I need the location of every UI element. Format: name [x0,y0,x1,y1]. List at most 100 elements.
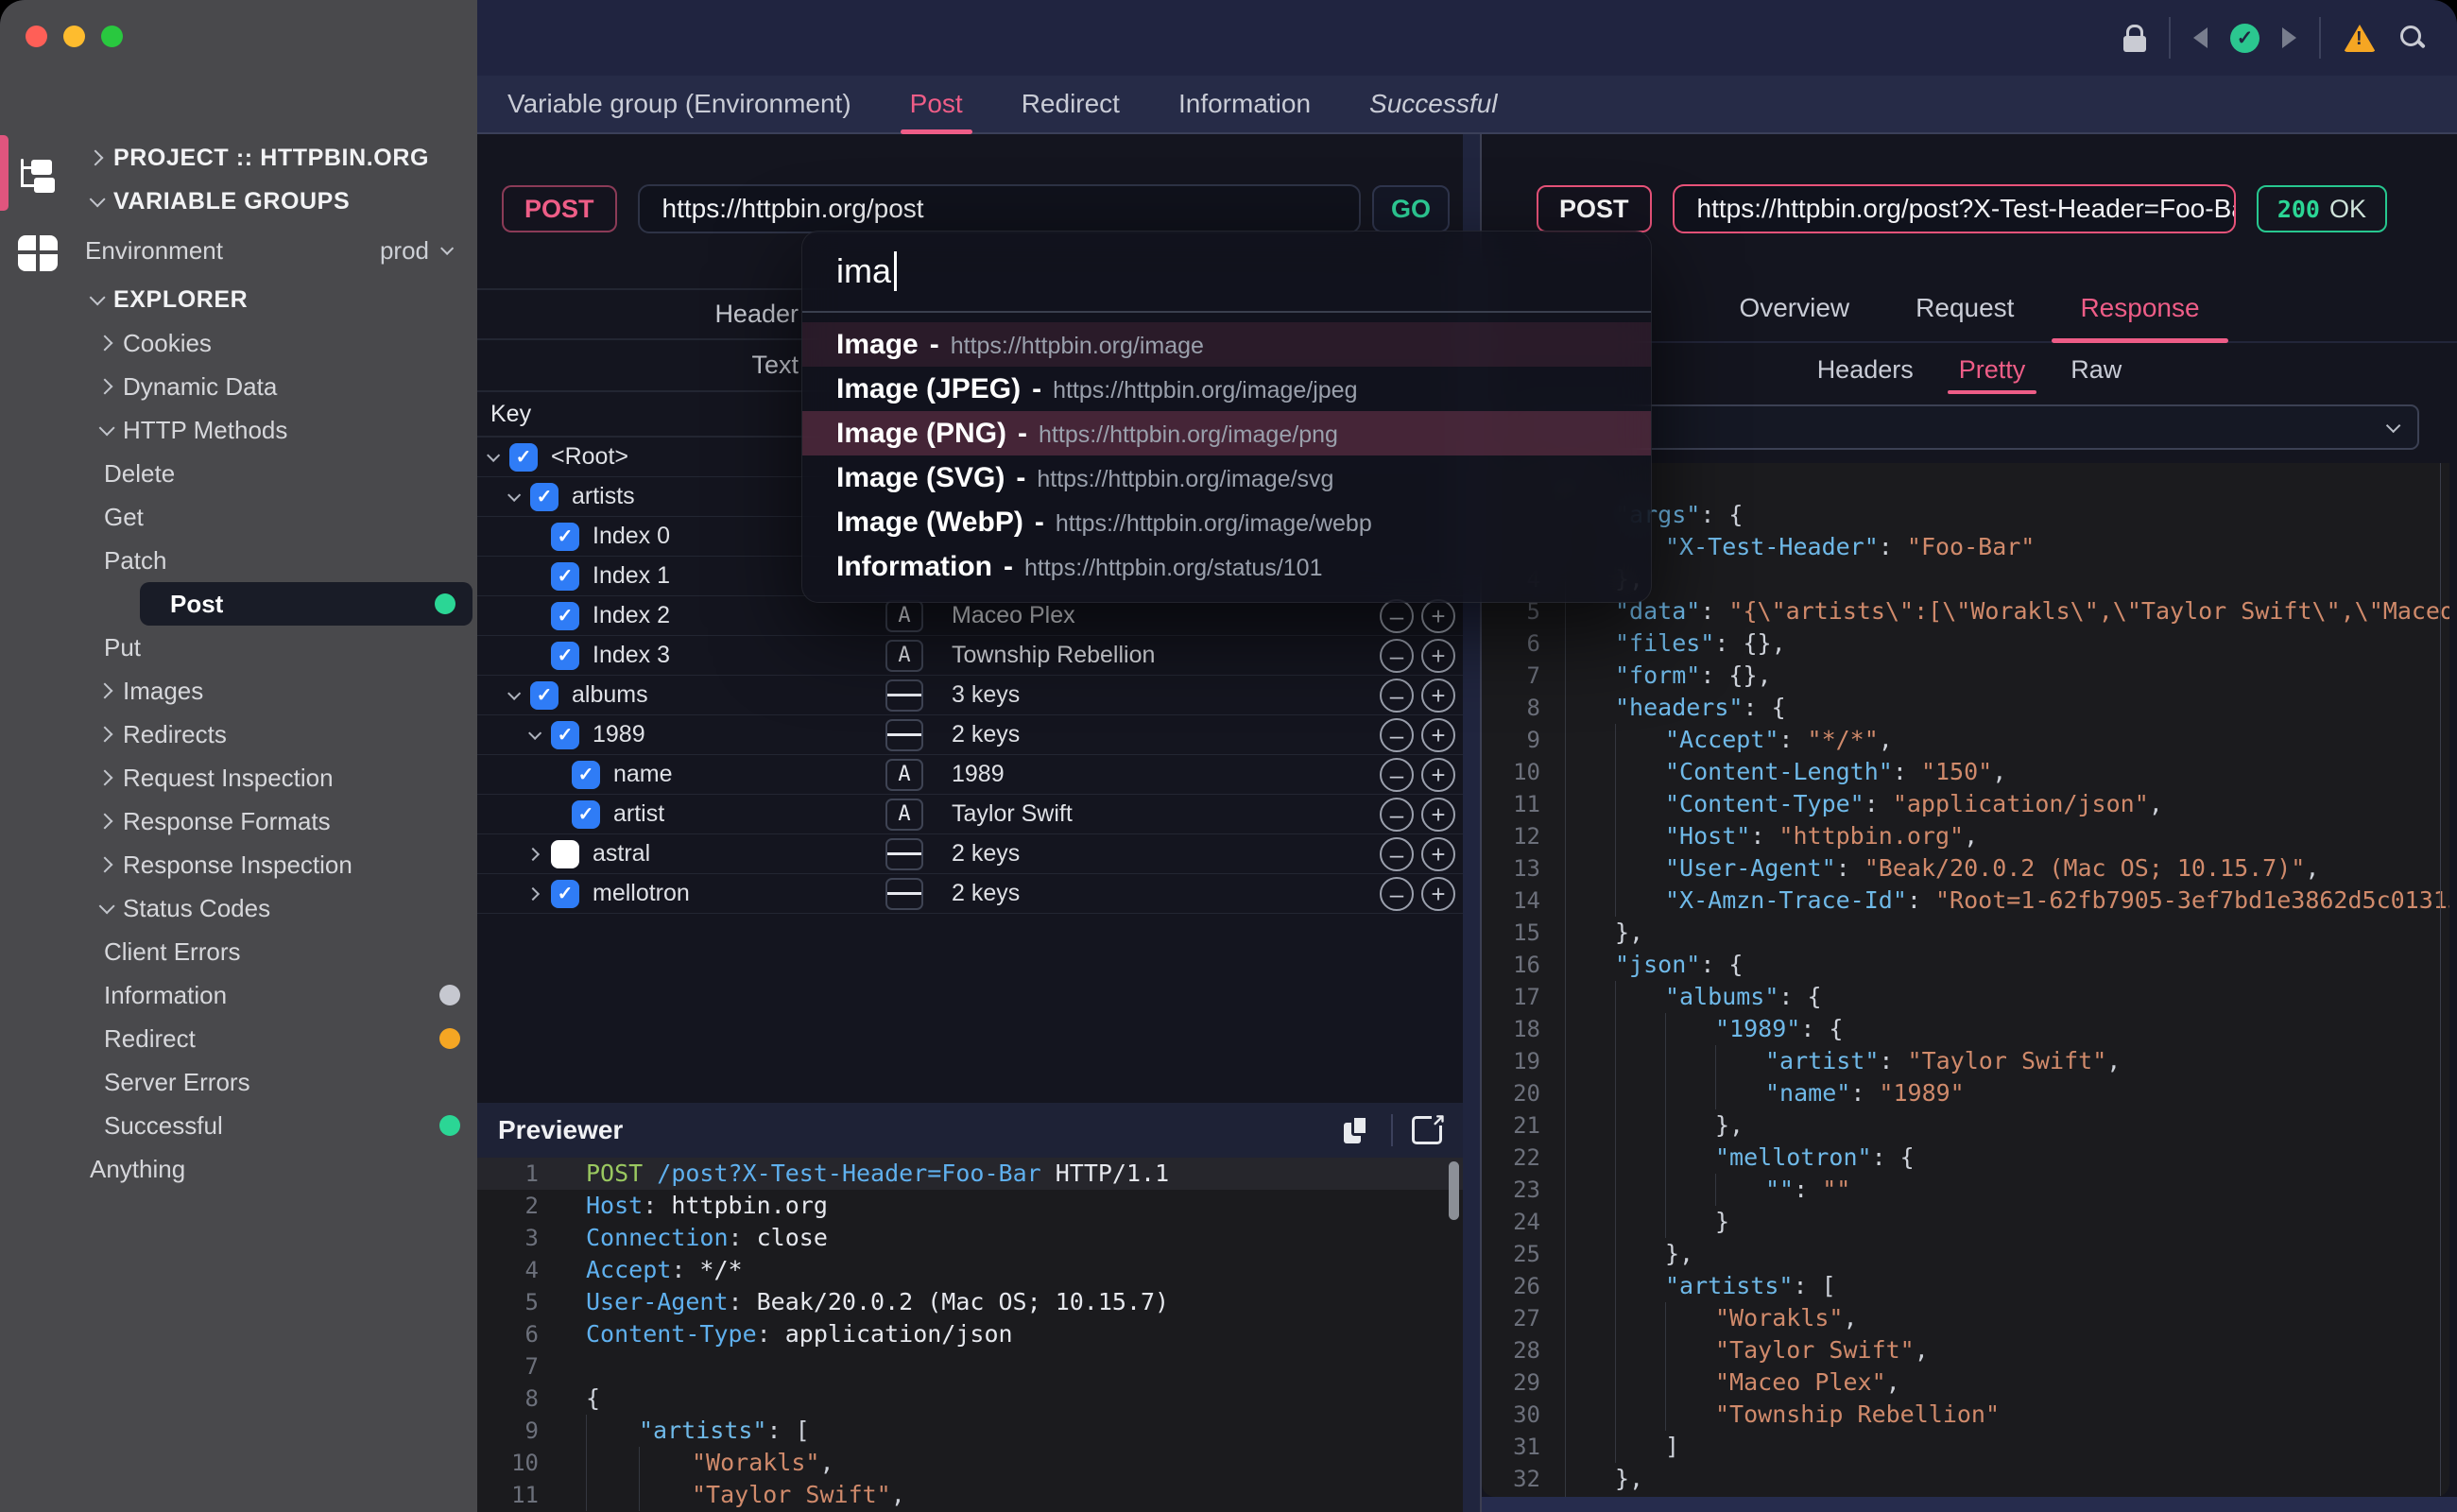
tree-value-cell[interactable]: 1989 [923,761,1380,788]
request-method-badge[interactable]: POST [502,185,617,232]
tree-value-cell[interactable]: 2 keys [923,840,1380,868]
sidebar-item-successful[interactable]: Successful [76,1104,477,1147]
remove-row-button[interactable]: – [1380,718,1414,752]
tab-redirect[interactable]: Redirect [1016,76,1125,132]
tree-key-cell[interactable]: Index 3 [477,642,885,670]
remove-row-button[interactable]: – [1380,599,1414,633]
checkbox[interactable] [509,443,538,472]
sidebar-item-request-inspection[interactable]: Request Inspection [76,756,477,799]
tree-key-cell[interactable]: name [477,761,885,789]
tree-key-cell[interactable]: Index 2 [477,602,885,630]
tab-post[interactable]: Post [904,76,969,132]
autocomplete-item-image-png[interactable]: Image (PNG)-https://httpbin.org/image/pn… [802,411,1651,455]
add-row-button[interactable]: + [1421,758,1455,792]
tree-key-cell[interactable]: mellotron [477,880,885,908]
response-tab-response[interactable]: Response [2069,274,2210,341]
tab-successful[interactable]: Successful [1364,76,1503,132]
remove-row-button[interactable]: – [1380,639,1414,673]
response-filter-select[interactable] [1518,404,2419,450]
remove-row-button[interactable]: – [1380,758,1414,792]
remove-row-button[interactable]: – [1380,877,1414,911]
response-horizontal-scrollbar[interactable] [1482,1497,2457,1512]
nav-back-icon[interactable] [2193,27,2208,48]
chevron-down-icon[interactable] [487,448,500,461]
type-object-icon[interactable] [885,878,923,910]
add-row-button[interactable]: + [1421,718,1455,752]
request-url-input[interactable]: https://httpbin.org/post [638,184,1361,233]
tree-key-cell[interactable]: albums [477,681,885,710]
remove-row-button[interactable]: – [1380,798,1414,832]
tree-value-cell[interactable]: 3 keys [923,681,1380,709]
share-icon[interactable] [1412,1116,1442,1144]
tab-variable-group-environment[interactable]: Variable group (Environment) [502,76,857,132]
autocomplete-item-image-webp[interactable]: Image (WebP)-https://httpbin.org/image/w… [802,500,1651,544]
sidebar-item-put[interactable]: Put [76,626,477,669]
sidebar-item-environment[interactable]: Environmentprod [76,229,477,272]
checkbox[interactable] [572,800,600,829]
add-row-button[interactable]: + [1421,599,1455,633]
close-window-button[interactable] [26,26,47,47]
sidebar-item-explorer[interactable]: EXPLORER [76,278,477,321]
sidebar-rail-variables[interactable] [0,234,76,272]
response-subtab-pretty[interactable]: Pretty [1955,343,2030,396]
autocomplete-item-image-jpeg[interactable]: Image (JPEG)-https://httpbin.org/image/j… [802,367,1651,411]
type-text-icon[interactable] [885,640,923,672]
type-object-icon[interactable] [885,679,923,712]
checkbox[interactable] [551,602,579,630]
response-url-input[interactable]: https://httpbin.org/post?X-Test-Header=F… [1673,184,2236,233]
type-text-icon[interactable] [885,799,923,831]
sidebar-rail-explorer[interactable] [0,142,76,208]
sidebar-item-post[interactable]: Post [140,582,472,626]
remove-row-button[interactable]: – [1380,837,1414,871]
sidebar-item-server-errors[interactable]: Server Errors [76,1060,477,1104]
sidebar-item-project-httpbin-org[interactable]: PROJECT :: HTTPBIN.ORG [76,136,477,180]
add-row-button[interactable]: + [1421,679,1455,713]
chevron-right-icon[interactable] [526,847,540,860]
zoom-window-button[interactable] [101,26,123,47]
sidebar-item-delete[interactable]: Delete [76,452,477,495]
sidebar-item-client-errors[interactable]: Client Errors [76,930,477,973]
sidebar-item-status-codes[interactable]: Status Codes [76,886,477,930]
lock-icon[interactable] [2123,36,2146,52]
checkbox[interactable] [551,840,579,868]
checkbox[interactable] [551,880,579,908]
sidebar-item-redirects[interactable]: Redirects [76,713,477,756]
remove-row-button[interactable]: – [1380,679,1414,713]
sidebar-item-get[interactable]: Get [76,495,477,539]
chevron-down-icon[interactable] [507,488,521,501]
chevron-down-icon[interactable] [528,726,541,739]
type-object-icon[interactable] [885,719,923,751]
previewer-scrollbar[interactable] [1449,1161,1459,1220]
response-tab-request[interactable]: Request [1904,274,2025,341]
sidebar-item-images[interactable]: Images [76,669,477,713]
autocomplete-input[interactable]: ima [802,232,1651,313]
minimize-window-button[interactable] [63,26,85,47]
checkbox[interactable] [530,681,558,710]
checkbox[interactable] [551,523,579,551]
sidebar-item-response-formats[interactable]: Response Formats [76,799,477,843]
status-check-icon[interactable]: ✓ [2230,24,2259,53]
sidebar-item-dynamic-data[interactable]: Dynamic Data [76,365,477,408]
add-row-button[interactable]: + [1421,837,1455,871]
add-row-button[interactable]: + [1421,639,1455,673]
autocomplete-item-image[interactable]: Image-https://httpbin.org/image [802,322,1651,367]
chevron-right-icon[interactable] [526,886,540,900]
tree-value-cell[interactable]: Township Rebellion [923,642,1380,669]
response-tab-overview[interactable]: Overview [1727,274,1861,341]
chevron-down-icon[interactable] [507,686,521,699]
response-scrollbar-track[interactable] [2440,463,2442,1497]
autocomplete-item-information[interactable]: Information-https://httpbin.org/status/1… [802,544,1651,589]
tree-key-cell[interactable]: 1989 [477,721,885,749]
tree-value-cell[interactable]: Maceo Plex [923,602,1380,629]
go-button[interactable]: GO [1372,185,1450,232]
sidebar-item-http-methods[interactable]: HTTP Methods [76,408,477,452]
type-text-icon[interactable] [885,600,923,632]
checkbox[interactable] [551,562,579,591]
response-subtab-raw[interactable]: Raw [2067,343,2125,396]
tree-key-cell[interactable]: artist [477,800,885,829]
type-text-icon[interactable] [885,759,923,791]
checkbox[interactable] [530,483,558,511]
checkbox[interactable] [551,642,579,670]
sidebar-item-anything[interactable]: Anything [76,1147,477,1191]
sidebar-item-variable-groups[interactable]: VARIABLE GROUPS [76,180,477,223]
